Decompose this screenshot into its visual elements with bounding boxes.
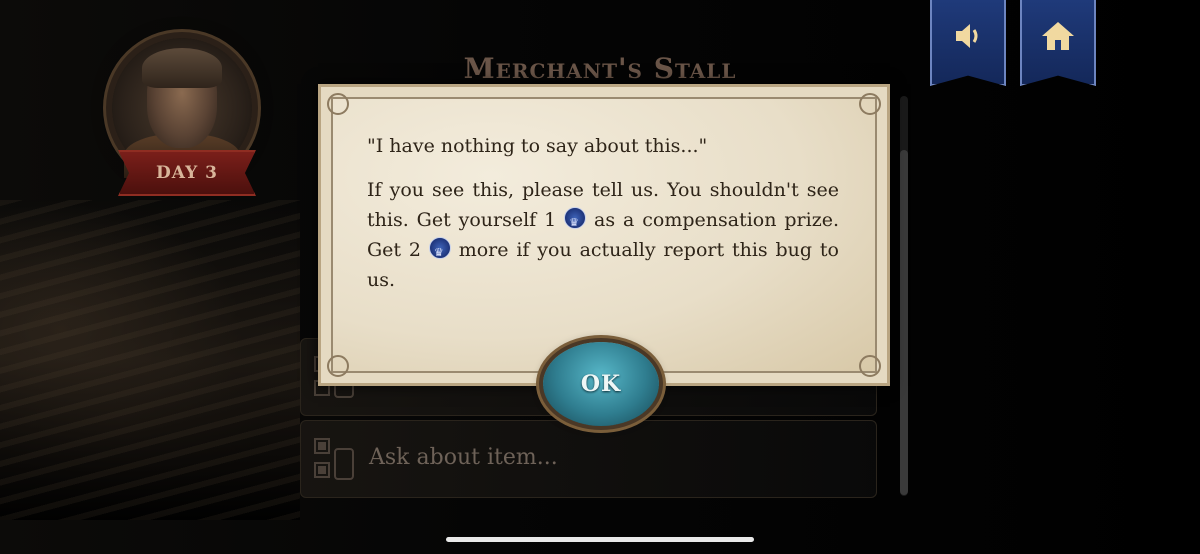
ok-button-label: OK (580, 371, 622, 397)
dialog-text: "I have nothing to say about this..." If… (367, 131, 839, 309)
dialog-body: If you see this, please tell us. You sho… (367, 175, 839, 295)
qr-phone-icon (314, 438, 354, 480)
list-item-label: Ask about item... (369, 445, 558, 470)
ok-button[interactable]: OK (543, 342, 659, 426)
day-label: DAY 3 (156, 163, 218, 183)
portrait-helmet (142, 48, 222, 88)
scrollbar-thumb[interactable] (900, 150, 908, 495)
background-scene (0, 200, 300, 520)
page-title: Merchant's Stall (463, 52, 737, 85)
crown-coin-icon (564, 207, 587, 238)
ornament-corner (327, 93, 349, 115)
speaker-icon (956, 24, 978, 48)
list-item-ask-about-item[interactable]: Ask about item... (300, 420, 877, 498)
day-ribbon: DAY 3 (118, 150, 256, 196)
crown-coin-icon (428, 237, 451, 268)
dialog-quote: "I have nothing to say about this..." (367, 135, 708, 157)
home-indicator[interactable] (446, 537, 754, 542)
ornament-corner (859, 355, 881, 377)
sound-button[interactable] (930, 0, 1006, 86)
home-icon (1042, 22, 1074, 50)
ornament-corner (859, 93, 881, 115)
ornament-corner (327, 355, 349, 377)
message-dialog: "I have nothing to say about this..." If… (318, 84, 890, 386)
home-button[interactable] (1020, 0, 1096, 86)
